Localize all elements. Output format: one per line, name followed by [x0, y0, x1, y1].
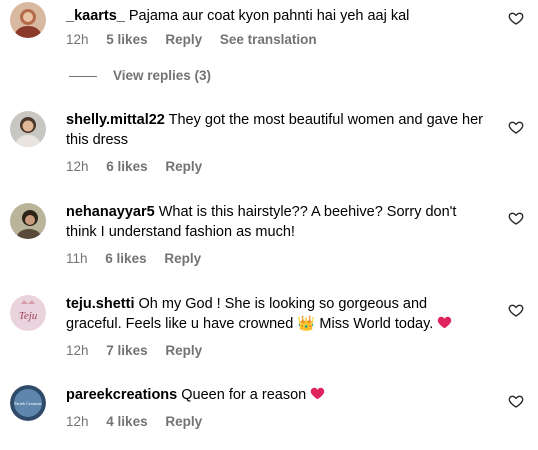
avatar-image: Teju	[10, 295, 46, 331]
comment-body: teju.shetti Oh my God ! She is looking s…	[66, 294, 486, 334]
heart-outline-icon[interactable]	[508, 210, 524, 226]
heart-outline-icon[interactable]	[508, 10, 524, 26]
comment-likes[interactable]: 6 likes	[105, 251, 146, 266]
avatar-image	[10, 203, 46, 239]
comment-meta: 12h 7 likes Reply	[66, 343, 216, 359]
comment-likes[interactable]: 6 likes	[106, 159, 147, 174]
comment-likes[interactable]: 5 likes	[106, 32, 147, 47]
avatar[interactable]: Pareek Creations	[10, 385, 46, 421]
comment-username[interactable]: teju.shetti	[66, 296, 134, 312]
comment-username[interactable]: _kaarts_	[66, 8, 125, 24]
comment-likes[interactable]: 7 likes	[106, 343, 147, 358]
comment-meta: 12h 4 likes Reply	[66, 414, 216, 430]
avatar-image: Pareek Creations	[10, 385, 46, 421]
comment-body: pareekcreations Queen for a reason	[66, 385, 486, 405]
comment-text-continued: Miss World today.	[319, 316, 434, 332]
comment-text: Queen for a reason	[181, 387, 307, 403]
reply-button[interactable]: Reply	[165, 414, 202, 429]
comment-body: _kaarts_ Pajama aur coat kyon pahnti hai…	[66, 6, 486, 26]
comment-timestamp[interactable]: 12h	[66, 414, 89, 429]
avatar-image	[10, 111, 46, 147]
see-translation-button[interactable]: See translation	[220, 32, 317, 47]
comment-meta: 12h 5 likes Reply See translation	[66, 32, 331, 48]
avatar[interactable]	[10, 111, 46, 147]
avatar-logo-text: Teju	[19, 310, 38, 322]
red-heart-icon	[311, 387, 325, 400]
comment-meta: 12h 6 likes Reply	[66, 159, 216, 175]
comment-body: nehanayyar5 What is this hairstyle?? A b…	[66, 202, 486, 242]
heart-outline-icon[interactable]	[508, 119, 524, 135]
comment-username[interactable]: shelly.mittal22	[66, 112, 165, 128]
avatar-image	[10, 2, 46, 38]
comment-timestamp[interactable]: 11h	[66, 251, 88, 266]
avatar[interactable]: Teju	[10, 295, 46, 331]
heart-outline-icon[interactable]	[508, 302, 524, 318]
comment-body: shelly.mittal22 They got the most beauti…	[66, 110, 486, 150]
view-replies-line	[69, 75, 97, 77]
reply-button[interactable]: Reply	[165, 343, 202, 358]
comment-timestamp[interactable]: 12h	[66, 159, 89, 174]
heart-outline-icon[interactable]	[508, 393, 524, 409]
view-replies-label: View replies (3)	[113, 68, 212, 83]
comment-likes[interactable]: 4 likes	[106, 414, 147, 429]
crown-icon: 👑	[297, 316, 316, 332]
comment-username[interactable]: nehanayyar5	[66, 204, 155, 220]
comment-username[interactable]: pareekcreations	[66, 387, 177, 403]
reply-button[interactable]: Reply	[164, 251, 201, 266]
avatar-logo-text: Pareek Creations	[14, 401, 42, 406]
avatar[interactable]	[10, 203, 46, 239]
avatar[interactable]	[10, 2, 46, 38]
reply-button[interactable]: Reply	[165, 159, 202, 174]
comment-timestamp[interactable]: 12h	[66, 32, 89, 47]
reply-button[interactable]: Reply	[165, 32, 202, 47]
red-heart-icon	[438, 316, 452, 329]
comment-timestamp[interactable]: 12h	[66, 343, 89, 358]
comment-meta: 11h 6 likes Reply	[66, 251, 215, 267]
comment-text: Pajama aur coat kyon pahnti hai yeh aaj …	[128, 8, 410, 24]
view-replies-button[interactable]: View replies (3)	[69, 68, 211, 84]
